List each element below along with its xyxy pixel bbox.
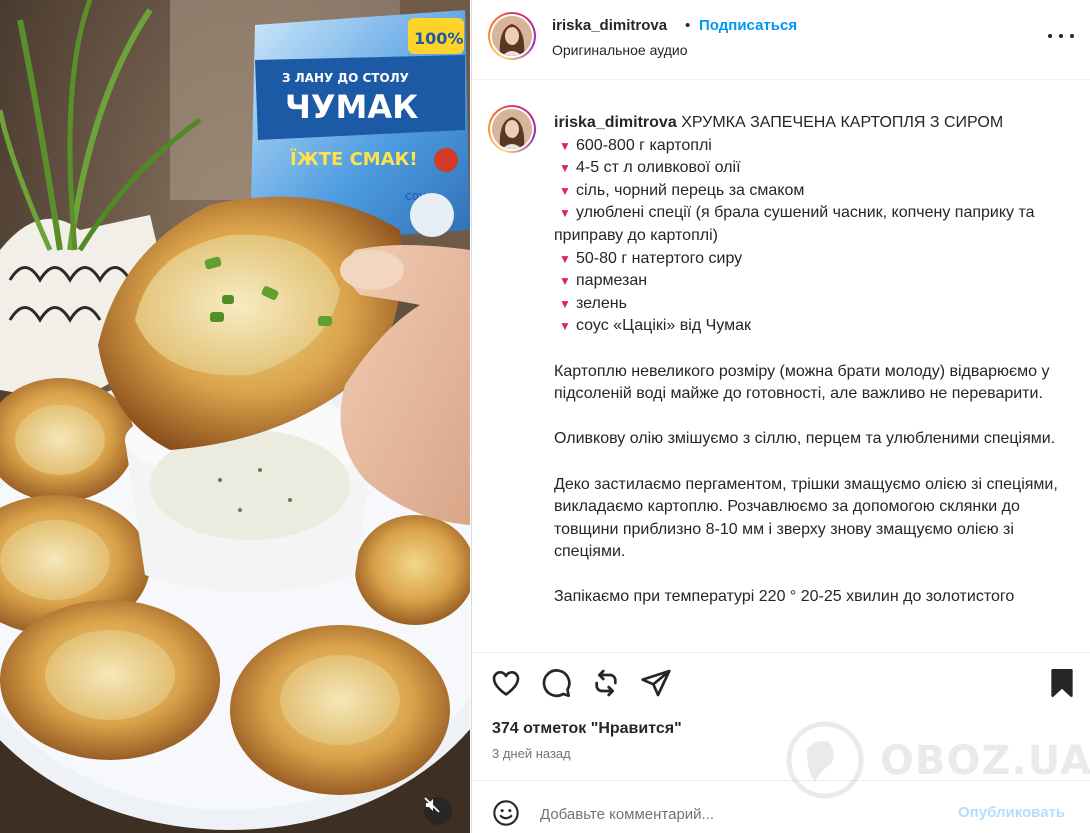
share-button[interactable] xyxy=(640,667,672,699)
recipe-paragraph: Оливкову олію змішуємо з сіллю, перцем т… xyxy=(554,430,1056,448)
repost-icon xyxy=(595,669,617,697)
recipe-paragraph: Запікаємо при температурі 220 ° 20-25 хв… xyxy=(554,588,1015,606)
ingredient-item: ▼ пармезан xyxy=(554,270,1074,293)
emoji-icon xyxy=(493,800,519,826)
svg-text:З ЛАНУ ДО СТОЛУ: З ЛАНУ ДО СТОЛУ xyxy=(282,71,409,85)
ingredient-item: ▼ сіль, чорний перець за смаком xyxy=(554,180,1074,203)
repost-button[interactable] xyxy=(590,667,622,699)
likes-count[interactable]: 374 отметок "Нравится" xyxy=(492,720,682,738)
bookmark-icon xyxy=(1051,669,1073,697)
ingredient-item: ▼ улюблені спеції (я брала сушений часник… xyxy=(554,204,1035,244)
heart-bullet-icon: ▼ xyxy=(559,206,571,221)
post-header: iriska_dimitrova • Подписаться Оригиналь… xyxy=(472,0,1090,80)
heart-bullet-icon: ▼ xyxy=(559,296,571,311)
more-options-button[interactable] xyxy=(1048,26,1074,46)
avatar-image xyxy=(492,109,532,149)
share-icon xyxy=(641,669,671,697)
heart-bullet-icon: ▼ xyxy=(559,183,571,198)
post-comment-button[interactable]: Опубликовать xyxy=(958,804,1065,821)
comment-icon xyxy=(542,669,571,698)
avatar-image xyxy=(492,16,532,56)
ingredient-item: ▼ 600-800 г картоплі xyxy=(554,135,1074,158)
post-timestamp[interactable]: 3 дней назад xyxy=(492,746,571,761)
caption-avatar[interactable] xyxy=(488,105,536,153)
save-button[interactable] xyxy=(1046,667,1078,699)
food-photo: З ЛАНУ ДО СТОЛУ ЧУМАК ЇЖТЕ СМАК! 100% со… xyxy=(0,0,470,833)
action-bar xyxy=(472,652,1090,714)
mute-button[interactable] xyxy=(424,797,452,825)
heart-icon xyxy=(492,671,520,696)
ingredient-item: ▼ 50-80 г натертого сиру xyxy=(554,248,1074,271)
ingredient-item: ▼ зелень xyxy=(554,293,1074,316)
emoji-button[interactable] xyxy=(492,799,520,827)
heart-bullet-icon: ▼ xyxy=(559,251,571,266)
svg-text:ЧУМАК: ЧУМАК xyxy=(285,88,418,126)
comment-input[interactable] xyxy=(540,801,930,827)
svg-text:ЇЖТЕ СМАК!: ЇЖТЕ СМАК! xyxy=(290,148,418,170)
heart-bullet-icon: ▼ xyxy=(559,161,571,176)
recipe-paragraph: Деко застилаємо пергаментом, трішки змащ… xyxy=(554,475,1058,561)
separator-dot: • xyxy=(685,17,691,34)
heart-bullet-icon: ▼ xyxy=(559,319,571,334)
ingredient-item: ▼ соус «Цацікі» від Чумак xyxy=(554,315,1074,338)
like-button[interactable] xyxy=(490,667,522,699)
ingredient-item: ▼ 4-5 ст л оливкової олії xyxy=(554,157,1074,180)
comment-composer: Опубликовать xyxy=(472,780,1090,833)
post-panel: iriska_dimitrova • Подписаться Оригиналь… xyxy=(471,0,1090,833)
follow-button[interactable]: Подписаться xyxy=(699,17,797,34)
recipe-title: ХРУМКА ЗАПЕЧЕНА КАРТОПЛЯ З СИРОМ xyxy=(681,114,1004,131)
heart-bullet-icon: ▼ xyxy=(559,274,571,289)
caption-username[interactable]: iriska_dimitrova xyxy=(554,114,677,131)
comment-button[interactable] xyxy=(540,667,572,699)
post-author-username[interactable]: iriska_dimitrova xyxy=(552,17,667,34)
recipe-paragraph: Картоплю невеликого розміру (можна брати… xyxy=(554,362,1050,403)
caption-text: iriska_dimitrova ХРУМКА ЗАПЕЧЕНА КАРТОПЛ… xyxy=(554,112,1074,609)
avatar[interactable] xyxy=(488,12,536,60)
post-media[interactable]: З ЛАНУ ДО СТОЛУ ЧУМАК ЇЖТЕ СМАК! 100% со… xyxy=(0,0,470,833)
caption-section: iriska_dimitrova ХРУМКА ЗАПЕЧЕНА КАРТОПЛ… xyxy=(472,81,1090,651)
more-icon xyxy=(1048,34,1052,38)
svg-text:100%: 100% xyxy=(414,29,463,48)
heart-bullet-icon: ▼ xyxy=(559,138,571,153)
audio-label[interactable]: Оригинальное аудио xyxy=(552,42,688,58)
